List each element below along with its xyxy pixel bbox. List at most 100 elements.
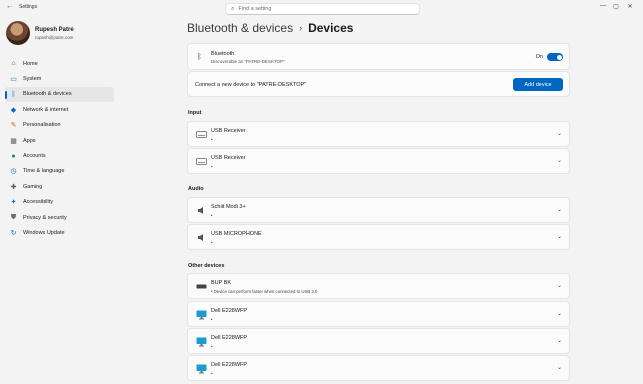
device-name: Schiit Modi 3+ — [211, 204, 246, 210]
monitor-icon — [196, 364, 207, 373]
add-device-button[interactable]: Add device — [513, 78, 563, 91]
sidebar-item[interactable]: ◷ Time & language — [5, 164, 114, 179]
connect-device-card: Connect a new device to "PATRE-DESKTOP" … — [187, 71, 570, 97]
sidebar-item[interactable]: ⛊ Privacy & security — [5, 210, 114, 225]
title-bar: ← Settings ⌕ — ▢ ✕ — [0, 0, 643, 15]
update-icon: ↻ — [10, 229, 17, 237]
chevron-down-icon[interactable]: ⌄ — [557, 282, 562, 289]
device-card[interactable]: USB Receiver • ⌄ — [187, 148, 570, 174]
device-card[interactable]: Dell E228WFP • ⌄ — [187, 301, 570, 327]
sidebar-item[interactable]: ▦ Apps — [5, 133, 114, 148]
chevron-down-icon[interactable]: ⌄ — [557, 337, 562, 344]
sidebar-item-label: System — [23, 76, 42, 83]
device-name: Dell E228WFP — [211, 362, 248, 368]
device-name: BUP BK — [211, 280, 232, 286]
network-icon: ◆ — [10, 106, 17, 114]
search-input[interactable] — [238, 6, 409, 12]
sidebar-item-label: Windows Update — [23, 229, 65, 236]
device-name: USB MICROPHONE — [211, 231, 262, 237]
user-profile[interactable]: Rupesh Patre rupesh@patre.com — [6, 21, 74, 45]
maximize-icon[interactable]: ▢ — [610, 3, 622, 10]
profile-email: rupesh@patre.com — [35, 34, 74, 40]
connect-device-text: Connect a new device to "PATRE-DESKTOP" — [195, 82, 307, 88]
speaker-icon — [196, 233, 207, 242]
breadcrumb-parent[interactable]: Bluetooth & devices — [187, 21, 293, 35]
sidebar-item-label: Privacy & security — [23, 214, 67, 221]
profile-name: Rupesh Patre — [35, 26, 74, 33]
accessibility-icon: ✦ — [10, 199, 17, 207]
gamepad-icon: ✚ — [10, 183, 17, 191]
sidebar-item-label: Home — [23, 60, 38, 67]
sidebar-nav: ⌂ Home ▭ System ᛒ Bluetooth & devices ◆ Network… — [5, 56, 114, 241]
device-status: • Device can perform faster when connect… — [211, 289, 318, 294]
avatar — [6, 21, 30, 45]
bluetooth-card: ᛒ Bluetooth Discoverable as "PATRE-DESKT… — [187, 43, 570, 70]
sidebar-item[interactable]: ◆ Network & internet — [5, 102, 114, 117]
device-status: • — [211, 164, 213, 169]
drive-icon — [196, 282, 207, 291]
sidebar-item[interactable]: ● Accounts — [5, 148, 114, 163]
accounts-icon: ● — [11, 152, 16, 160]
chevron-down-icon[interactable]: ⌄ — [557, 310, 562, 317]
chevron-down-icon[interactable]: ⌄ — [557, 364, 562, 371]
section-audio-title: Audio — [188, 186, 204, 192]
minimize-icon[interactable]: — — [597, 3, 609, 9]
device-name: USB Receiver — [211, 128, 246, 134]
globe-clock-icon: ◷ — [10, 168, 17, 176]
bluetooth-toggle[interactable] — [547, 53, 563, 61]
breadcrumb: Bluetooth & devices › Devices — [187, 21, 353, 35]
brush-icon: ✎ — [10, 122, 17, 130]
sidebar-item[interactable]: ✦ Accessibility — [5, 195, 114, 210]
home-icon: ⌂ — [11, 60, 16, 68]
sidebar-item[interactable]: ▭ System — [5, 71, 114, 86]
app-title: Settings — [19, 4, 38, 10]
back-arrow-icon[interactable]: ← — [6, 3, 13, 10]
bluetooth-subtitle: Discoverable as "PATRE-DESKTOP" — [211, 59, 285, 64]
sidebar-item-label: Time & language — [23, 168, 65, 175]
sidebar-item[interactable]: ᛒ Bluetooth & devices — [5, 86, 114, 103]
device-status: • — [211, 371, 213, 376]
chevron-down-icon[interactable]: ⌄ — [557, 130, 562, 137]
search-box[interactable]: ⌕ — [225, 3, 420, 15]
sidebar-item-label: Network & internet — [23, 106, 69, 113]
speaker-icon — [196, 206, 207, 215]
search-icon: ⌕ — [231, 5, 235, 12]
apps-icon: ▦ — [10, 137, 17, 145]
bluetooth-icon: ᛒ — [197, 52, 202, 61]
device-name: Dell E228WFP — [211, 308, 248, 314]
device-status: • — [211, 240, 213, 245]
sidebar-item-label: Bluetooth & devices — [23, 91, 72, 98]
monitor-icon — [196, 337, 207, 346]
device-card[interactable]: Dell E228WFP • ⌄ — [187, 355, 570, 381]
section-other-title: Other devices — [188, 263, 225, 269]
device-status: • — [211, 344, 213, 349]
close-icon[interactable]: ✕ — [624, 3, 636, 10]
device-card[interactable]: USB MICROPHONE • ⌄ — [187, 224, 570, 250]
device-card[interactable]: USB Receiver • ⌄ — [187, 121, 570, 147]
bluetooth-icon: ᛒ — [11, 90, 16, 98]
sidebar-item[interactable]: ✎ Personalisation — [5, 118, 114, 133]
sidebar-item[interactable]: ✚ Gaming — [5, 179, 114, 194]
bluetooth-toggle-label: On — [535, 54, 543, 60]
device-card[interactable]: BUP BK • Device can perform faster when c… — [187, 273, 570, 299]
shield-icon: ⛊ — [10, 213, 17, 221]
monitor-icon — [196, 310, 207, 319]
sidebar-item[interactable]: ⌂ Home — [5, 56, 114, 71]
device-name: Dell E228WFP — [211, 335, 248, 341]
keyboard-icon — [196, 130, 207, 139]
system-icon: ▭ — [10, 76, 17, 84]
sidebar-item[interactable]: ↻ Windows Update — [5, 225, 114, 240]
device-card[interactable]: Schiit Modi 3+ • ⌄ — [187, 197, 570, 223]
sidebar-item-label: Accessibility — [23, 199, 53, 206]
chevron-down-icon[interactable]: ⌄ — [557, 157, 562, 164]
sidebar-item-label: Accounts — [23, 153, 46, 160]
device-name: USB Receiver — [211, 155, 246, 161]
chevron-down-icon[interactable]: ⌄ — [557, 206, 562, 213]
chevron-down-icon[interactable]: ⌄ — [557, 233, 562, 240]
device-card[interactable]: Dell E228WFP • ⌄ — [187, 328, 570, 354]
bluetooth-title: Bluetooth — [211, 51, 235, 57]
toggle-knob — [556, 54, 562, 60]
sidebar-item-label: Gaming — [23, 183, 43, 190]
device-status: • — [211, 317, 213, 322]
chevron-right-icon: › — [299, 23, 303, 33]
